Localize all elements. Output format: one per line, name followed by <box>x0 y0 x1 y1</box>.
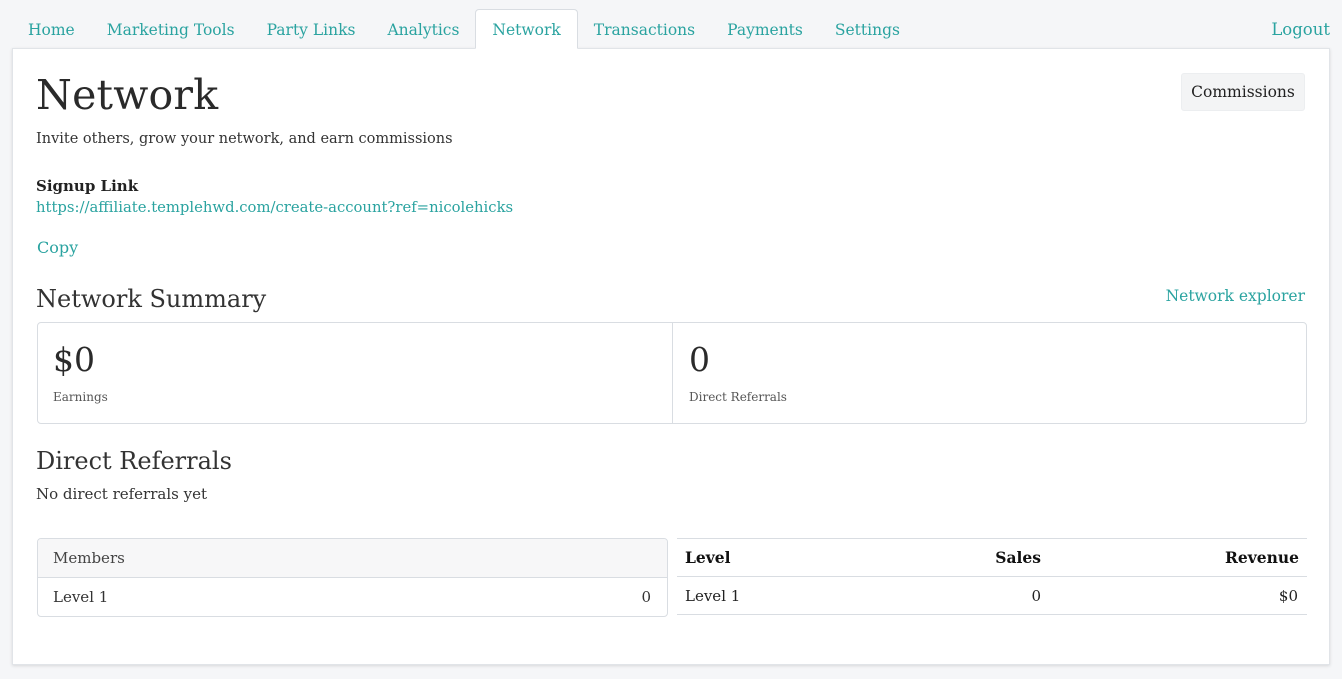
direct-referrals-value: 0 <box>689 340 710 379</box>
direct-referrals-label: Direct Referrals <box>689 390 787 404</box>
network-card: Network Commissions Invite others, grow … <box>12 48 1330 665</box>
signup-link-label: Signup Link <box>36 177 139 195</box>
member-count: 0 <box>641 588 651 606</box>
network-summary-title: Network Summary <box>36 285 267 313</box>
revenue-column-header: Revenue <box>1224 548 1299 567</box>
top-navigation: Home Marketing Tools Party Links Analyti… <box>12 9 1330 49</box>
tab-home[interactable]: Home <box>12 10 91 49</box>
network-explorer-link[interactable]: Network explorer <box>1166 287 1305 305</box>
row-level: Level 1 <box>685 586 741 605</box>
tab-analytics[interactable]: Analytics <box>371 10 475 49</box>
earnings-label: Earnings <box>53 390 108 404</box>
level-column-header: Level <box>685 548 731 567</box>
earnings-value: $0 <box>53 340 95 379</box>
members-header: Members <box>38 539 667 578</box>
signup-link-url[interactable]: https://affiliate.templehwd.com/create-a… <box>36 199 513 216</box>
direct-referrals-stat: 0 Direct Referrals <box>672 323 1306 423</box>
row-revenue: $0 <box>1278 586 1298 605</box>
members-table: Members Level 1 0 <box>37 538 668 617</box>
tab-settings[interactable]: Settings <box>819 10 916 49</box>
copy-button[interactable]: Copy <box>37 238 78 257</box>
table-row: Level 1 0 <box>38 578 667 616</box>
no-referrals-message: No direct referrals yet <box>36 485 207 503</box>
row-sales: 0 <box>1031 586 1041 605</box>
table-header-row: Level Sales Revenue <box>677 538 1307 577</box>
commissions-button[interactable]: Commissions <box>1181 73 1305 111</box>
tab-network[interactable]: Network <box>475 9 578 49</box>
logout-link[interactable]: Logout <box>1255 10 1330 49</box>
earnings-stat: $0 Earnings <box>38 323 672 423</box>
level-sales-table: Level Sales Revenue Level 1 0 $0 <box>677 538 1307 615</box>
tab-marketing-tools[interactable]: Marketing Tools <box>91 10 251 49</box>
page-title: Network <box>36 71 219 119</box>
network-summary-box: $0 Earnings 0 Direct Referrals <box>37 322 1307 424</box>
page-subtitle: Invite others, grow your network, and ea… <box>36 131 453 147</box>
tab-transactions[interactable]: Transactions <box>578 10 711 49</box>
member-level: Level 1 <box>53 588 109 606</box>
direct-referrals-title: Direct Referrals <box>36 447 232 475</box>
tab-party-links[interactable]: Party Links <box>251 10 372 49</box>
sales-column-header: Sales <box>995 548 1041 567</box>
tab-payments[interactable]: Payments <box>711 10 819 49</box>
table-row: Level 1 0 $0 <box>677 577 1307 615</box>
